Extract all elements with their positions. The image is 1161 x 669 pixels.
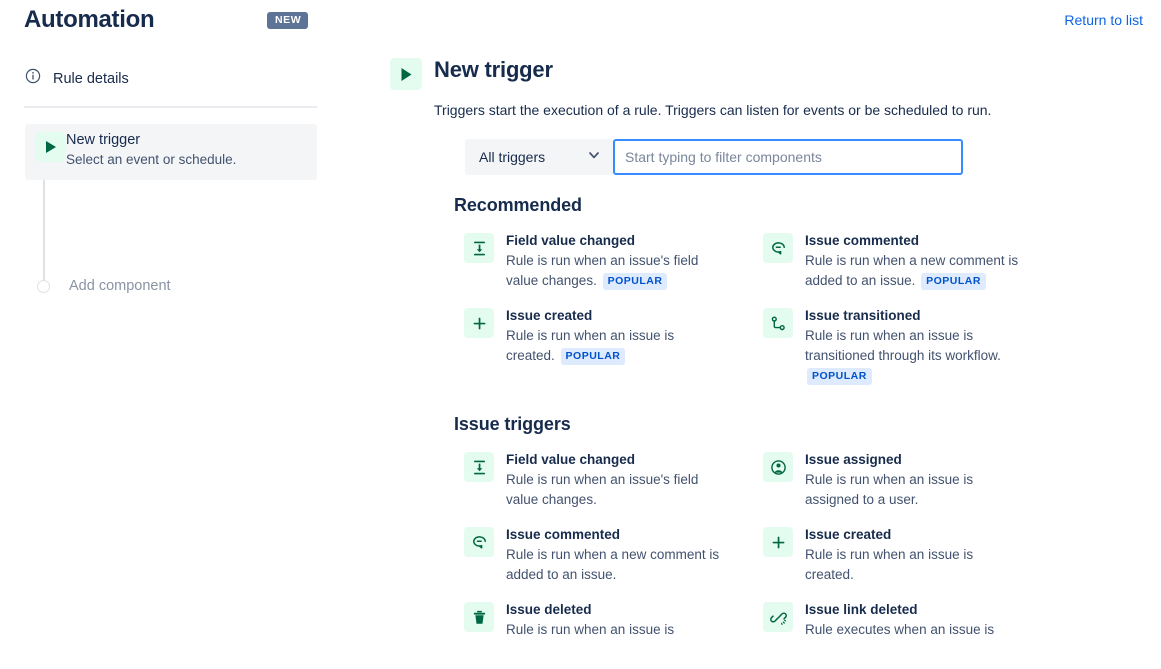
section-issue-triggers-grid: Field value changed Rule is run when an … [454,443,1070,648]
trigger-option-issue-link-deleted[interactable]: Issue link deleted Rule executes when an… [753,593,1025,648]
trigger-option-desc: Rule is run when an issue is created. PO… [506,326,726,366]
trigger-option-body: Field value changed Rule is run when an … [506,232,726,291]
trigger-option-title: Issue transitioned [805,308,921,323]
play-triangle-icon [35,132,65,162]
trigger-option-desc: Rule is run when an issue is assigned to… [805,472,974,507]
sidebar-divider [24,106,317,108]
component-filter-input[interactable] [613,139,963,175]
trigger-option-desc-text: Rule is run when a new comment is added … [805,253,1019,288]
play-triangle-icon [390,58,422,90]
comment-icon [763,233,793,263]
trigger-option-body: Issue link deleted Rule executes when an… [805,601,1025,640]
filter-toolbar: All triggers [465,139,963,175]
sidebar-item-rule-details-label: Rule details [53,70,129,87]
sidebar-new-trigger-text: New trigger Select an event or schedule. [66,130,236,169]
comment-icon [464,527,494,557]
trigger-option-issue-deleted[interactable]: Issue deleted Rule is run when an issue … [454,593,726,648]
trigger-option-title: Issue assigned [805,452,902,467]
info-circle-icon [25,68,41,89]
page-header: Automation NEW Return to list [0,0,1161,44]
trigger-type-select-value: All triggers [479,149,546,165]
popular-badge: POPULAR [602,273,668,290]
trigger-option-issue-assigned[interactable]: Issue assigned Rule is run when an issue… [753,443,1025,518]
person-circle-icon [763,452,793,482]
chevron-down-icon [587,148,601,167]
trigger-option-body: Issue created Rule is run when an issue … [805,526,1025,585]
main-header: New trigger [390,56,1070,98]
sidebar-new-trigger-subtitle: Select an event or schedule. [66,152,237,167]
empty-circle-icon [37,279,50,293]
trigger-option-body: Issue assigned Rule is run when an issue… [805,451,1025,510]
trigger-option-issue-transitioned[interactable]: Issue transitioned Rule is run when an i… [753,299,1025,394]
section-recommended-title: Recommended [454,195,582,215]
popular-badge: POPULAR [807,368,872,385]
trigger-option-desc: Rule is run when an issue is [506,622,675,637]
trigger-option-title: Field value changed [506,452,636,467]
trash-icon [464,602,494,632]
transition-branch-icon [763,308,793,338]
trigger-option-body: Issue created Rule is run when an issue … [506,307,726,366]
new-badge: NEW [267,12,309,29]
trigger-option-title: Issue commented [805,233,920,248]
trigger-option-desc: Rule is run when an issue's field value … [506,251,726,291]
automation-new-trigger-page: Automation NEW Return to list Rule detai… [0,0,1161,669]
plus-icon [464,308,494,338]
trigger-option-issue-commented[interactable]: Issue commented Rule is run when a new c… [454,518,726,593]
trigger-option-title: Issue link deleted [805,602,918,617]
section-issue-triggers-title: Issue triggers [454,414,571,434]
trigger-option-field-value-changed[interactable]: Field value changed Rule is run when an … [454,224,726,299]
trigger-option-desc: Rule executes when an issue is [805,622,995,637]
sidebar-add-component-label: Add component [69,278,171,294]
trigger-sections: Recommended Field value changed Rule is … [454,195,1070,652]
broken-link-icon [763,602,793,632]
sidebar-new-trigger-title: New trigger [66,132,141,148]
trigger-option-desc: Rule is run when an issue is transitione… [805,326,1025,386]
sidebar-item-add-component[interactable]: Add component [25,278,171,294]
trigger-option-desc: Rule is run when a new comment is added … [805,251,1025,291]
main-content: New trigger Triggers start the execution… [390,56,1070,637]
trigger-option-body: Issue transitioned Rule is run when an i… [805,307,1025,386]
rule-builder-sidebar: Rule details New trigger Select an event… [0,56,360,669]
trigger-option-title: Issue created [805,527,892,542]
main-title: New trigger [434,57,553,82]
trigger-option-body: Issue deleted Rule is run when an issue … [506,601,726,640]
trigger-option-body: Issue commented Rule is run when a new c… [506,526,726,585]
trigger-option-body: Issue commented Rule is run when a new c… [805,232,1025,291]
trigger-option-desc: Rule is run when an issue is created. [805,547,974,582]
sidebar-item-rule-details[interactable]: Rule details [25,68,129,89]
plus-icon [763,527,793,557]
trigger-option-desc-text: Rule is run when an issue is transitione… [805,328,1001,363]
trigger-option-issue-created[interactable]: Issue created Rule is run when an issue … [753,518,1025,593]
field-value-changed-icon [464,233,494,263]
trigger-option-title: Issue created [506,308,593,323]
sidebar-item-new-trigger[interactable]: New trigger Select an event or schedule. [25,124,317,180]
main-description: Triggers start the execution of a rule. … [434,102,992,118]
trigger-option-body: Field value changed Rule is run when an … [506,451,726,510]
trigger-option-title: Issue commented [506,527,621,542]
popular-badge: POPULAR [560,348,626,365]
trigger-option-desc: Rule is run when an issue's field value … [506,472,699,507]
return-to-list-link[interactable]: Return to list [1064,12,1143,28]
trigger-option-desc: Rule is run when a new comment is added … [506,547,720,582]
trigger-option-title: Issue deleted [506,602,592,617]
section-recommended-grid: Field value changed Rule is run when an … [454,224,1070,394]
page-title: Automation [24,6,155,33]
popular-badge: POPULAR [921,273,986,290]
section-recommended: Recommended Field value changed Rule is … [454,195,1070,394]
trigger-option-issue-commented[interactable]: Issue commented Rule is run when a new c… [753,224,1025,299]
section-issue-triggers: Issue triggers Field value changed Rule … [454,414,1070,648]
trigger-type-select[interactable]: All triggers [465,139,613,175]
trigger-option-field-value-changed[interactable]: Field value changed Rule is run when an … [454,443,726,518]
field-value-changed-icon [464,452,494,482]
trigger-option-title: Field value changed [506,233,636,248]
trigger-option-issue-created[interactable]: Issue created Rule is run when an issue … [454,299,726,394]
